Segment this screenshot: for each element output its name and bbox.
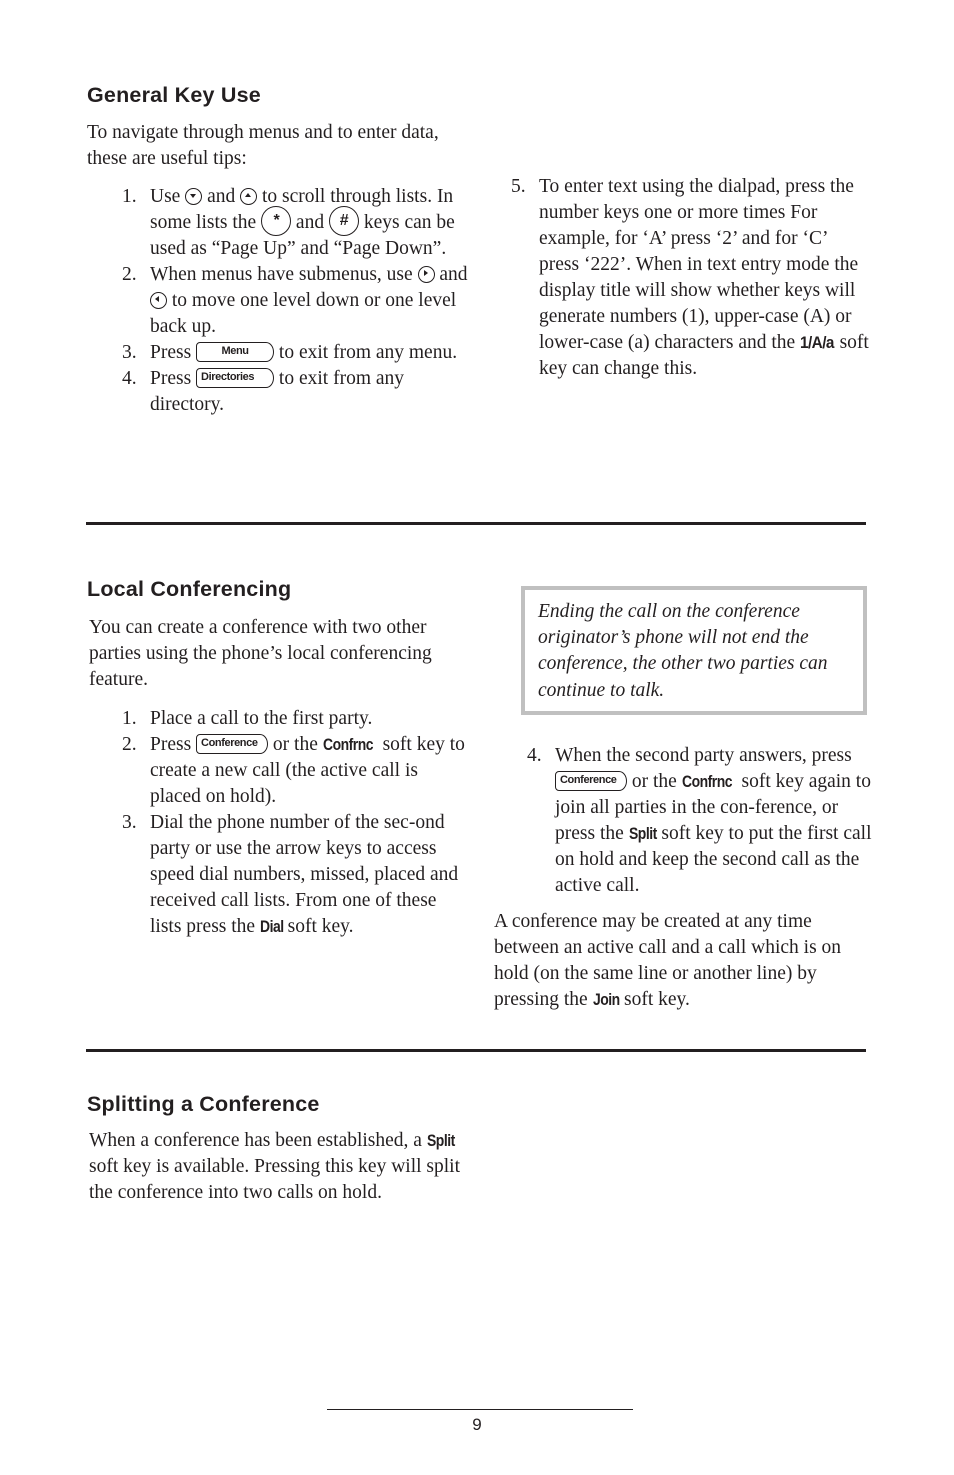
list-number: 2. (122, 734, 137, 755)
section-heading-local-conferencing: Local Conferencing (87, 577, 292, 601)
note-text: Ending the call on the conference origin… (538, 601, 828, 701)
local-conferencing-closing: A conference may be created at any time … (494, 909, 869, 1013)
list-item: 2. Press Conference or the Confrnc soft … (122, 733, 465, 807)
section-divider (86, 1049, 866, 1052)
general-key-use-list: 1. Use and to scroll through lists. In s… (122, 184, 477, 418)
section-heading-general-key-use: General Key Use (87, 83, 261, 107)
conference-key-icon: Conference (196, 733, 269, 754)
softkey-join: Join (592, 990, 620, 1009)
right-arrow-key-icon (417, 265, 435, 283)
general-key-use-list-continued: 5. To enter text using the dialpad, pres… (511, 174, 871, 382)
hash-key-icon: # (328, 205, 359, 236)
section-divider (86, 522, 866, 525)
page-number: 9 (472, 1415, 482, 1434)
list-number: 3. (122, 342, 137, 363)
scroll-up-key-icon (240, 187, 258, 205)
list-item: 3. Press Menu to exit from any menu. (122, 340, 477, 366)
list-number: 2. (122, 264, 137, 285)
softkey-dial: Dial (259, 917, 284, 936)
list-number: 3. (122, 812, 137, 833)
general-key-use-intro: To navigate through menus and to enter d… (87, 122, 439, 169)
list-item: 1. Use and to scroll through lists. In s… (122, 186, 455, 259)
list-item: 4. Press Directories to exit from any di… (122, 367, 405, 415)
conference-key-icon: Conference (555, 770, 627, 791)
left-arrow-key-icon (150, 291, 167, 309)
list-number: 4. (122, 368, 137, 389)
softkey-split: Split (628, 824, 657, 843)
note-box: Ending the call on the conference origin… (521, 586, 867, 715)
footer-rule (327, 1409, 633, 1410)
softkey-confrnc: Confrnc (681, 772, 732, 791)
list-item: 1. Place a call to the first party. (122, 706, 472, 732)
softkey-confrnc: Confrnc (322, 735, 373, 754)
list-item: 2. When menus have submenus, use and to … (122, 264, 468, 337)
list-item: 3. Dial the phone number of the sec-ond … (122, 810, 472, 940)
list-item: 5. To enter text using the dialpad, pres… (511, 176, 869, 379)
scroll-down-key-icon (185, 187, 203, 205)
list-number: 4. (527, 745, 542, 766)
list-number: 1. (122, 186, 137, 207)
list-number: 5. (511, 176, 526, 197)
list-number: 1. (122, 708, 137, 729)
section-heading-splitting-conference: Splitting a Conference (87, 1092, 320, 1116)
star-key-icon: * (261, 205, 292, 236)
splitting-paragraph: When a conference has been established, … (89, 1130, 461, 1203)
list-item: 4. When the second party answers, press … (527, 745, 872, 896)
softkey-text-mode: 1/A/a (800, 333, 834, 352)
directories-key-icon: Directories (196, 367, 275, 388)
softkey-split: Split (426, 1131, 455, 1150)
menu-key-icon: Menu (196, 341, 275, 362)
local-conferencing-list-continued: 4. When the second party answers, press … (527, 743, 872, 899)
local-conferencing-intro: You can create a conference with two oth… (89, 617, 432, 690)
local-conferencing-list: 1. Place a call to the first party. 2. P… (122, 706, 472, 940)
